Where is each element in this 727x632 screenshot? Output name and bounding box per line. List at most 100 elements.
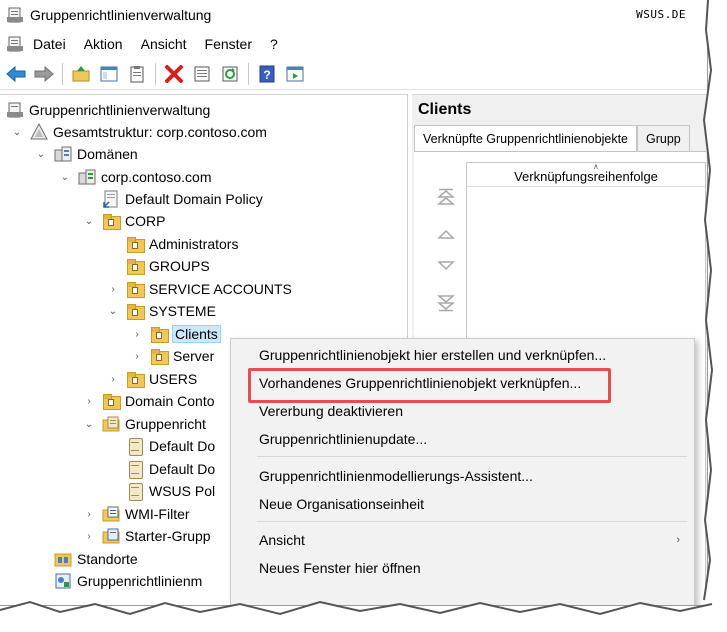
tree-node-label: CORP	[125, 213, 166, 229]
move-up-icon[interactable]	[436, 224, 456, 244]
tree-node-gpo-wsus[interactable]: WSUS Pol	[126, 480, 215, 502]
move-to-bottom-icon[interactable]	[436, 292, 456, 312]
forward-arrow-icon[interactable]	[32, 62, 56, 86]
collapsed-chevron-icon[interactable]: ›	[82, 507, 96, 521]
tree-node-label: Gruppenricht	[125, 416, 206, 432]
gpo-scroll-icon	[126, 482, 144, 501]
collapsed-chevron-icon[interactable]: ›	[130, 327, 144, 341]
refresh-icon[interactable]	[218, 62, 242, 86]
tree-node-starter-gpos[interactable]: › Starter-Grupp	[82, 525, 210, 547]
delete-icon[interactable]	[162, 62, 186, 86]
properties-icon[interactable]	[190, 62, 214, 86]
menu-help[interactable]: ?	[261, 31, 287, 57]
tree-node-gpo-default-2[interactable]: Default Do	[126, 458, 215, 480]
toolbar-separator	[155, 62, 156, 85]
ou-folder-icon	[102, 212, 121, 230]
menu-ansicht[interactable]: Ansicht	[132, 31, 196, 57]
menu-item-label: Gruppenrichtlinienobjekt hier erstellen …	[259, 347, 607, 363]
tree-node-clients[interactable]: › Clients	[130, 323, 221, 345]
tree-node-gpo-default-1[interactable]: Default Do	[126, 435, 215, 457]
tree-node-server[interactable]: › Server	[130, 345, 214, 367]
expanded-chevron-icon[interactable]: ⌄	[10, 125, 24, 139]
tree-node-service-accounts[interactable]: › SERVICE ACCOUNTS	[106, 278, 292, 300]
tree-node-forest[interactable]: ⌄ Gesamtstruktur: corp.contoso.com	[10, 121, 267, 143]
tab-linked-gpos[interactable]: Verknüpfte Gruppenrichtlinienobjekte	[414, 125, 637, 152]
forest-icon	[30, 122, 48, 141]
menu-item-view[interactable]: Ansicht ›	[231, 527, 694, 554]
tab-group-policy-inheritance[interactable]: Grupp	[637, 125, 690, 151]
gpo-scroll-icon	[126, 437, 144, 456]
ou-folder-icon	[126, 235, 145, 253]
highlight-annotation-box	[248, 368, 611, 403]
title-bar: Gruppenrichtlinienverwaltung WSUS.DE	[0, 0, 707, 30]
clipboard-icon[interactable]	[125, 62, 149, 86]
tree-node-domain-controllers[interactable]: › Domain Conto	[82, 390, 215, 412]
expanded-chevron-icon[interactable]: ⌄	[82, 214, 96, 228]
tree-node-gpo-container[interactable]: ⌄ Gruppenricht	[82, 413, 206, 435]
tree-node-corp-contoso[interactable]: ⌄ corp.contoso.com	[58, 166, 212, 188]
expanded-chevron-icon[interactable]: ⌄	[82, 417, 96, 431]
watermark: WSUS.DE	[636, 8, 686, 21]
collapsed-chevron-icon[interactable]: ›	[82, 529, 96, 543]
gpo-folder-icon	[102, 415, 120, 433]
tree-node-gpm-root[interactable]: Gruppenrichtlinienverwaltung	[6, 99, 210, 121]
tree-node-label: WMI-Filter	[125, 506, 190, 522]
collapsed-chevron-icon[interactable]: ›	[130, 349, 144, 363]
tree-node-modeling[interactable]: Gruppenrichtlinienm	[54, 570, 202, 592]
tree-node-label: Standorte	[77, 551, 138, 567]
window-title: Gruppenrichtlinienverwaltung	[30, 7, 212, 23]
tree-node-label: corp.contoso.com	[101, 169, 212, 185]
tree-node-label: Default Do	[149, 438, 216, 454]
menu-fenster[interactable]: Fenster	[196, 31, 261, 57]
menu-separator	[257, 521, 687, 522]
expanded-chevron-icon[interactable]: ⌄	[58, 170, 72, 184]
torn-edge-right	[702, 0, 727, 632]
move-down-icon[interactable]	[436, 256, 456, 276]
expanded-chevron-icon[interactable]: ⌄	[34, 147, 48, 161]
tree-node-systeme[interactable]: ⌄ SYSTEME	[106, 300, 216, 322]
domains-icon	[54, 145, 72, 163]
back-arrow-icon[interactable]	[4, 62, 28, 86]
move-to-top-icon[interactable]	[436, 188, 456, 208]
menu-item-label: Neues Fenster hier öffnen	[259, 560, 421, 576]
menu-item-gp-update[interactable]: Gruppenrichtlinienupdate...	[231, 426, 694, 453]
show-hide-tree-icon[interactable]	[97, 62, 121, 86]
tree-node-label: WSUS Pol	[149, 483, 216, 499]
tree-node-administrators[interactable]: Administrators	[126, 233, 238, 255]
tree-node-users[interactable]: › USERS	[106, 368, 197, 390]
toolbar-separator	[248, 62, 249, 85]
tree-node-label-selected: Clients	[172, 325, 221, 343]
tree-node-label: Gruppenrichtlinienm	[77, 573, 203, 589]
tree-node-label: Administrators	[149, 236, 239, 252]
tree-node-default-domain-policy[interactable]: Default Domain Policy	[102, 188, 263, 210]
expanded-chevron-icon[interactable]: ⌄	[106, 304, 120, 318]
domain-icon	[78, 168, 96, 186]
menu-item-create-gpo-link[interactable]: Gruppenrichtlinienobjekt hier erstellen …	[231, 342, 694, 369]
tree-node-sites[interactable]: Standorte	[54, 548, 138, 570]
tree-node-domains[interactable]: ⌄ Domänen	[34, 143, 138, 165]
tree-node-label: Server	[173, 348, 215, 364]
menu-item-modeling-wizard[interactable]: Gruppenrichtlinienmodellierungs-Assisten…	[231, 463, 694, 490]
menu-aktion[interactable]: Aktion	[75, 31, 132, 57]
menu-item-new-ou[interactable]: Neue Organisationseinheit	[231, 491, 694, 518]
details-tabs: Verknüpfte Gruppenrichtlinienobjekte Gru…	[414, 125, 690, 152]
tree-node-groups[interactable]: GROUPS	[126, 255, 210, 277]
modeling-icon	[54, 572, 72, 590]
tree-node-wmi-filter[interactable]: › WMI-Filter	[82, 503, 190, 525]
ou-folder-icon	[150, 325, 169, 343]
collapsed-chevron-icon[interactable]: ›	[82, 394, 96, 408]
collapsed-chevron-icon[interactable]: ›	[106, 282, 120, 296]
menu-item-new-window[interactable]: Neues Fenster hier öffnen	[231, 555, 694, 582]
submenu-arrow-icon: ›	[676, 534, 680, 546]
column-header-link-order[interactable]: ∧ Verknüpfungsreihenfolge	[467, 163, 705, 187]
up-folder-icon[interactable]	[69, 62, 93, 86]
ou-folder-icon	[126, 302, 145, 320]
tree-node-label: USERS	[149, 371, 198, 387]
column-header-label: Verknüpfungsreihenfolge	[514, 169, 658, 184]
action-pane-icon[interactable]	[283, 62, 307, 86]
system-menu-icon[interactable]	[6, 35, 24, 53]
collapsed-chevron-icon[interactable]: ›	[106, 372, 120, 386]
help-icon[interactable]: ?	[255, 62, 279, 86]
tree-node-corp[interactable]: ⌄ CORP	[82, 210, 165, 232]
menu-datei[interactable]: Datei	[24, 31, 75, 57]
